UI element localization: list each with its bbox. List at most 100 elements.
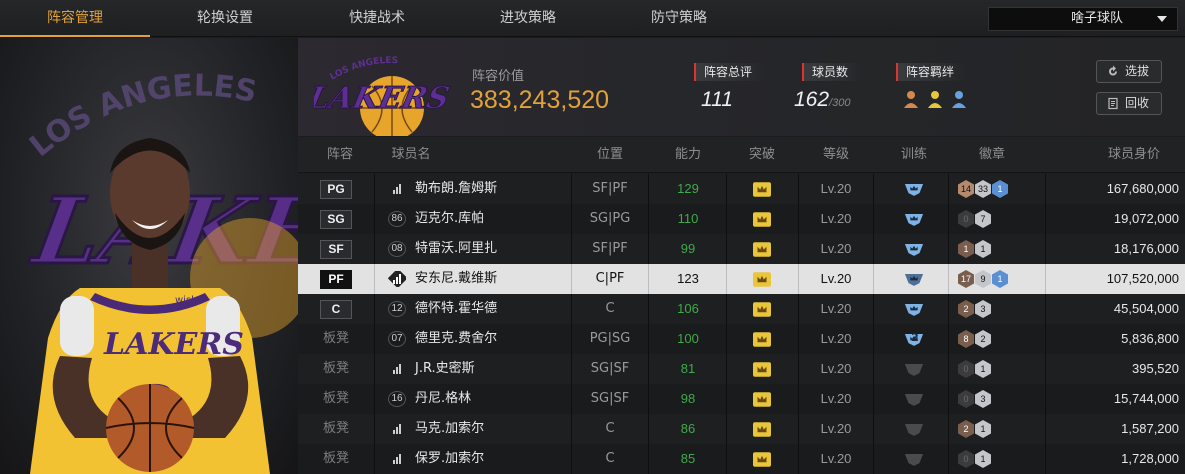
breakthrough-crown-icon[interactable]: [753, 332, 771, 347]
signal-icon: [393, 364, 401, 374]
player-ability: 106: [677, 301, 699, 316]
breakthrough-crown-icon[interactable]: [753, 392, 771, 407]
roster-row[interactable]: 板凳 马克.加索尔 C 86 Lv.20 2 1 1,587,200: [298, 414, 1185, 444]
badge-silver-icon: 7: [975, 210, 991, 228]
badge-group[interactable]: 82: [958, 330, 992, 349]
roster-table-header: 阵容 球员名 位置 能力 突破 等级 训练 徽章 球员身价: [298, 137, 1185, 173]
player-level: Lv.20: [820, 451, 852, 466]
document-icon: [1108, 97, 1118, 110]
badge-group[interactable]: 17 9 1: [958, 270, 1009, 289]
refresh-icon: [1109, 65, 1117, 76]
badge-group[interactable]: 01: [958, 450, 992, 469]
roster-row[interactable]: PG 勒布朗.詹姆斯 SF|PF 129 Lv.20 14 33 1 167,680,000: [298, 174, 1185, 204]
badge-silver-icon: 3: [975, 300, 991, 318]
tab-lineup[interactable]: 阵容管理: [0, 0, 150, 37]
roster-row[interactable]: C 12 德怀特.霍华德 C 106 Lv.20 2 3 45,504,000: [298, 294, 1185, 324]
player-name: 丹尼.格林: [415, 391, 472, 406]
badge-group[interactable]: 03: [958, 390, 992, 409]
player-ability: 129: [677, 181, 699, 196]
training-icon[interactable]: [904, 182, 924, 197]
roster-row[interactable]: 板凳 16 丹尼.格林 SG|SF 98 Lv.20 0 3 15,744,000: [298, 384, 1185, 414]
player-position: C: [605, 451, 615, 466]
slot-label: SF: [320, 240, 352, 259]
badge-group[interactable]: 14 33 1: [958, 180, 1009, 199]
badge-group[interactable]: 21: [958, 420, 992, 439]
training-icon[interactable]: [904, 302, 924, 317]
roster-row[interactable]: 板凳 保罗.加索尔 C 85 Lv.20 0 1 1,728,000: [298, 444, 1185, 474]
top-tab-bar: 阵容管理 轮换设置 快捷战术 进攻策略 防守策略 啥子球队: [0, 0, 1185, 37]
badge-group[interactable]: 11: [958, 240, 992, 259]
tab-quick-tactics[interactable]: 快捷战术: [302, 0, 452, 37]
badge-group[interactable]: 01: [958, 360, 992, 379]
roster-row[interactable]: PF 安东尼.戴维斯 C|PF 123 Lv.20 17 9 1 107,520,000: [298, 264, 1185, 294]
training-icon[interactable]: [904, 362, 924, 377]
roster-row[interactable]: SG 86 迈克尔.库帕 SG|PG 110 Lv.20 0 7 19,072,000: [298, 204, 1185, 234]
slot-label: 板凳: [322, 451, 349, 466]
player-name: 保罗.加索尔: [415, 451, 485, 466]
badge-silver-icon: 1: [975, 420, 991, 438]
breakthrough-crown-icon[interactable]: [753, 242, 771, 257]
player-value: 5,836,800: [1121, 331, 1179, 346]
slot-label: PF: [320, 270, 352, 289]
roster-row[interactable]: 板凳 07 德里克.费舍尔 PG|SG 100 Lv.20 2 8 2 5,836,800: [298, 324, 1185, 354]
recycle-button-label: 回收: [1125, 96, 1150, 110]
bond-icons[interactable]: [902, 88, 974, 112]
player-count: 162/300: [794, 88, 850, 112]
badge-blue-icon: 1: [992, 270, 1008, 288]
lineup-screen: 阵容管理 轮换设置 快捷战术 进攻策略 防守策略 啥子球队 LOS ANGELE…: [0, 0, 1185, 474]
badge-dark-icon: 0: [958, 450, 974, 468]
player-ability: 110: [677, 211, 699, 226]
breakthrough-crown-icon[interactable]: [753, 362, 771, 377]
badge-group[interactable]: 07: [958, 210, 992, 229]
tab-rotation[interactable]: 轮换设置: [150, 0, 300, 37]
player-ability: 85: [680, 451, 696, 466]
breakthrough-crown-icon[interactable]: [753, 452, 771, 467]
lineup-value-label: 阵容价值: [472, 69, 525, 84]
training-icon[interactable]: [904, 452, 924, 467]
roster-row[interactable]: 板凳 J.R.史密斯 SG|SF 81 Lv.20 0 1 395,520: [298, 354, 1185, 384]
badge-bronze-icon: 14: [958, 180, 974, 198]
tab-offense[interactable]: 进攻策略: [453, 0, 603, 37]
training-icon[interactable]: [904, 242, 924, 257]
player-name: 安东尼.戴维斯: [415, 271, 498, 286]
training-icon[interactable]: [904, 422, 924, 437]
slot-label: SG: [320, 210, 352, 229]
slot-label: PG: [320, 180, 352, 199]
player-value: 1,728,000: [1121, 451, 1179, 466]
recycle-button[interactable]: 回收: [1096, 92, 1162, 115]
breakthrough-crown-icon[interactable]: [753, 272, 771, 287]
badge-group[interactable]: 23: [958, 300, 992, 319]
col-position: 位置: [596, 147, 623, 162]
col-ability: 能力: [674, 147, 701, 162]
breakthrough-crown-icon[interactable]: [753, 182, 771, 197]
badge-dark-icon: 0: [958, 390, 974, 408]
badge-silver-icon: 1: [975, 240, 991, 258]
player-ability: 98: [680, 391, 696, 406]
team-dropdown[interactable]: 啥子球队: [988, 7, 1178, 31]
training-icon[interactable]: [904, 212, 924, 227]
training-icon[interactable]: [904, 272, 924, 287]
player-value: 167,680,000: [1106, 181, 1179, 196]
player-level: Lv.20: [820, 301, 852, 316]
jersey-number-badge: 16: [388, 391, 406, 407]
player-position: SG|PG: [589, 211, 631, 226]
badge-dark-icon: 0: [958, 210, 974, 228]
badge-blue-icon: 1: [992, 180, 1008, 198]
training-icon[interactable]: [904, 392, 924, 407]
breakthrough-crown-icon[interactable]: [753, 302, 771, 317]
tab-defense[interactable]: 防守策略: [604, 0, 754, 37]
player-ability: 81: [680, 361, 696, 376]
rating-label: 阵容总评: [694, 63, 764, 81]
roster-row[interactable]: SF 08 特雷沃.阿里扎 SF|PF 99 Lv.20 1 1 18,176,000: [298, 234, 1185, 264]
col-name: 球员名: [391, 147, 431, 162]
jersey-number-badge: 07: [388, 331, 406, 347]
breakthrough-crown-icon[interactable]: [753, 212, 771, 227]
badge-brown-icon: 1: [958, 240, 974, 258]
rating-value: 111: [701, 88, 733, 111]
lineup-summary-header: LOS ANGELES LAKERS 阵容价值 383,243,520 阵容总评…: [298, 38, 1185, 136]
player-value: 18,176,000: [1113, 241, 1179, 256]
select-button[interactable]: 选拔: [1096, 60, 1162, 83]
slot-label: 板凳: [322, 331, 349, 346]
player-value: 15,744,000: [1113, 391, 1179, 406]
breakthrough-crown-icon[interactable]: [753, 422, 771, 437]
